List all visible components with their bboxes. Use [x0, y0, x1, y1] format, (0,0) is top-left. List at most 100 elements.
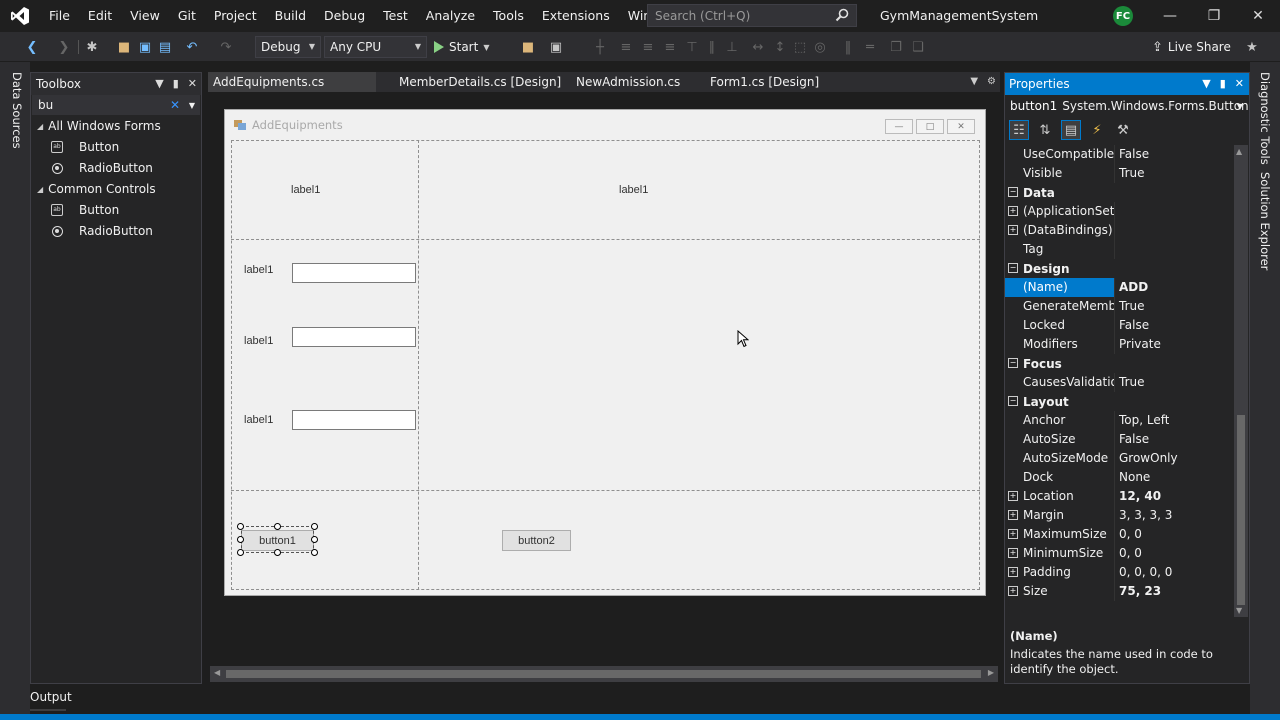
menu-debug[interactable]: Debug	[315, 0, 374, 32]
menu-edit[interactable]: Edit	[79, 0, 121, 32]
pin-icon[interactable]: ▮	[173, 73, 179, 95]
property-value[interactable]: 0, 0, 0, 0	[1115, 563, 1172, 582]
toolbox-search-input[interactable]: bu ✕ ▼	[32, 95, 200, 115]
property-row[interactable]: + Location 12, 40	[1005, 487, 1233, 506]
resize-handle[interactable]	[274, 523, 281, 530]
textbox-1[interactable]	[292, 263, 416, 283]
property-value[interactable]: False	[1115, 316, 1149, 335]
align-to-grid-icon[interactable]: ┼	[592, 39, 608, 55]
tab-form1-design[interactable]: Form1.cs [Design]	[705, 72, 824, 92]
property-row[interactable]: + (DataBindings)	[1005, 221, 1233, 240]
pin-icon[interactable]: ▮	[1220, 73, 1226, 95]
visual-studio-logo-icon[interactable]	[0, 0, 40, 32]
tab-memberdetails-design[interactable]: MemberDetails.cs [Design]	[394, 72, 566, 92]
scroll-down-icon[interactable]: ▼	[1236, 606, 1242, 615]
resize-handle[interactable]	[311, 523, 318, 530]
horizontal-scrollbar[interactable]: ◀ ▶	[210, 666, 998, 682]
property-row[interactable]: + Margin 3, 3, 3, 3	[1005, 506, 1233, 525]
resize-handle[interactable]	[237, 536, 244, 543]
navigate-back-icon[interactable]: ❮	[24, 39, 40, 55]
properties-icon[interactable]: ▤	[1061, 120, 1081, 140]
tab-addequipments-design[interactable]: AddEquipments.cs [Design]* ▮ ✕	[208, 72, 376, 109]
make-same-width-icon[interactable]: ↔	[750, 39, 766, 55]
property-row[interactable]: + MinimumSize 0, 0	[1005, 544, 1233, 563]
property-value[interactable]: 75, 23	[1115, 582, 1161, 601]
field-label[interactable]: label1	[244, 264, 273, 276]
property-row[interactable]: CausesValidationTrue	[1005, 373, 1233, 392]
redo-icon[interactable]: ↷	[218, 39, 234, 55]
menu-git[interactable]: Git	[169, 0, 205, 32]
property-grid-scrollbar[interactable]: ▲ ▼	[1234, 145, 1248, 617]
navigate-forward-icon[interactable]: ❯	[56, 39, 72, 55]
designed-form-window[interactable]: AddEquipments — □ ✕ label1 label1 label1…	[224, 109, 986, 596]
property-value[interactable]: Private	[1115, 335, 1161, 354]
property-value[interactable]: 0, 0	[1115, 544, 1142, 563]
toolbox-item-radiobutton[interactable]: RadioButton	[31, 221, 201, 241]
make-same-height-icon[interactable]: ↕	[772, 39, 788, 55]
property-category[interactable]: − Data	[1005, 183, 1233, 202]
screenshot-icon[interactable]: ▣	[548, 39, 564, 55]
property-row[interactable]: (Name) ADD	[1005, 278, 1233, 297]
scroll-left-icon[interactable]: ◀	[214, 668, 220, 677]
tab-list-dropdown-icon[interactable]: ▼	[970, 72, 978, 92]
resize-handle[interactable]	[311, 536, 318, 543]
expand-icon[interactable]: +	[1008, 529, 1018, 539]
chevron-down-icon[interactable]: ▼	[189, 101, 195, 110]
menu-build[interactable]: Build	[266, 0, 315, 32]
feedback-icon[interactable]: ★	[1244, 39, 1260, 55]
open-file-icon[interactable]: ■	[520, 39, 536, 55]
expand-icon[interactable]: +	[1008, 491, 1018, 501]
close-icon[interactable]: ✕	[1236, 0, 1280, 32]
align-centers-icon[interactable]: ≡	[640, 39, 656, 55]
close-icon[interactable]: ✕	[188, 73, 197, 95]
resize-handle[interactable]	[311, 549, 318, 556]
toolbox-item-button[interactable]: ab Button	[31, 137, 201, 157]
bring-to-front-icon[interactable]: ❐	[888, 39, 904, 55]
property-row[interactable]: UseCompatibleTextRenderingFalse	[1005, 145, 1233, 164]
property-value[interactable]: ADD	[1115, 278, 1148, 297]
categorized-icon[interactable]: ☷	[1009, 120, 1029, 140]
tab-newadmission[interactable]: NewAdmission.cs	[571, 72, 685, 92]
search-input[interactable]: Search (Ctrl+Q)	[647, 4, 857, 27]
property-value[interactable]: Top, Left	[1115, 411, 1169, 430]
diagnostic-tools-tab[interactable]: Diagnostic Tools	[1258, 72, 1272, 165]
clear-search-icon[interactable]: ✕	[170, 98, 180, 112]
new-project-icon[interactable]: ✱	[84, 39, 100, 55]
collapse-icon[interactable]: −	[1008, 396, 1018, 406]
align-rights-icon[interactable]: ≡	[662, 39, 678, 55]
collapse-triangle-icon[interactable]: ◢	[37, 122, 43, 131]
resize-handle[interactable]	[274, 549, 281, 556]
align-middles-icon[interactable]: ∥	[704, 39, 720, 55]
horizontal-spacing-icon[interactable]: ‖	[840, 39, 856, 55]
collapse-triangle-icon[interactable]: ◢	[37, 185, 43, 194]
property-row[interactable]: Dock None	[1005, 468, 1233, 487]
toolbox-group-all-windows-forms[interactable]: ◢ All Windows Forms	[31, 116, 201, 136]
form-designer-surface[interactable]: AddEquipments — □ ✕ label1 label1 label1…	[208, 92, 1000, 684]
property-value[interactable]: True	[1115, 373, 1145, 392]
header-label-right[interactable]: label1	[619, 184, 648, 196]
expand-icon[interactable]: +	[1008, 225, 1018, 235]
align-lefts-icon[interactable]: ≡	[618, 39, 634, 55]
toolbox-group-common-controls[interactable]: ◢ Common Controls	[31, 179, 201, 199]
save-all-icon[interactable]: ▤	[157, 39, 173, 55]
scroll-right-icon[interactable]: ▶	[988, 668, 994, 677]
field-label[interactable]: label1	[244, 414, 273, 426]
object-selector-dropdown[interactable]: button1 System.Windows.Forms.Button ▼	[1005, 95, 1249, 117]
property-value[interactable]: True	[1115, 164, 1145, 183]
property-value[interactable]: True	[1115, 297, 1145, 316]
menu-extensions[interactable]: Extensions	[533, 0, 619, 32]
open-folder-icon[interactable]: ■	[116, 39, 132, 55]
collapse-icon[interactable]: −	[1008, 263, 1018, 273]
property-pages-wrench-icon[interactable]: ⚒	[1113, 120, 1133, 140]
toolbox-item-button[interactable]: ab Button	[31, 200, 201, 220]
toolbox-item-radiobutton[interactable]: RadioButton	[31, 158, 201, 178]
property-row[interactable]: + Size 75, 23	[1005, 582, 1233, 601]
resize-handle[interactable]	[237, 523, 244, 530]
menu-file[interactable]: File	[40, 0, 79, 32]
align-tops-icon[interactable]: ⊤	[684, 39, 700, 55]
data-sources-tab[interactable]: Data Sources	[10, 72, 24, 149]
textbox-2[interactable]	[292, 327, 416, 347]
menu-view[interactable]: View	[121, 0, 169, 32]
field-label[interactable]: label1	[244, 335, 273, 347]
events-lightning-icon[interactable]: ⚡	[1087, 120, 1107, 140]
